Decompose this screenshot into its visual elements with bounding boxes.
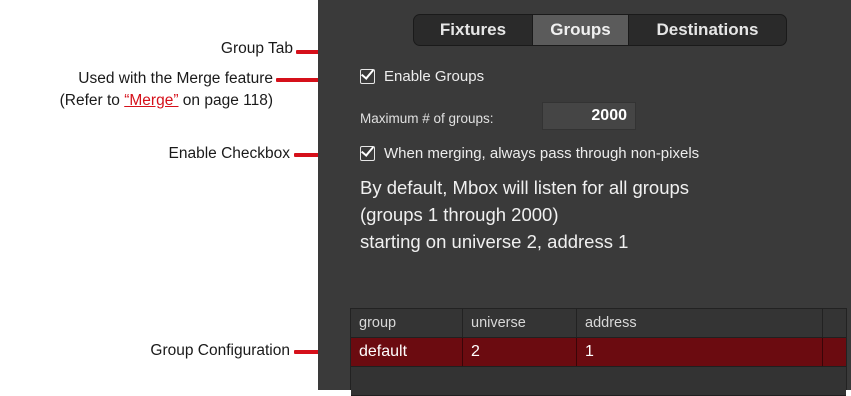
pass-through-label: When merging, always pass through non-pi… [384, 145, 700, 162]
refer-prefix: (Refer to [59, 92, 125, 109]
column-header-spacer [823, 309, 846, 337]
max-groups-label: Maximum # of groups: [360, 111, 494, 126]
cell-spacer [823, 338, 846, 366]
tab-bar: Fixtures Groups Destinations [413, 14, 787, 46]
group-configuration-table: group universe address default 2 1 [350, 308, 847, 396]
cell-universe[interactable]: 2 [463, 338, 577, 366]
pass-through-row[interactable]: When merging, always pass through non-pi… [360, 145, 699, 162]
cell-group[interactable]: default [351, 338, 463, 366]
table-header: group universe address [351, 309, 846, 338]
tab-groups[interactable]: Groups [532, 15, 628, 45]
column-header-address[interactable]: address [577, 309, 823, 337]
enable-groups-row[interactable]: Enable Groups [360, 68, 484, 85]
info-line: (groups 1 through 2000) [360, 204, 559, 225]
enable-groups-checkbox[interactable] [360, 69, 375, 84]
enable-groups-label: Enable Groups [384, 68, 485, 85]
tab-destinations[interactable]: Destinations [628, 15, 786, 45]
merge-link[interactable]: “Merge” [124, 92, 178, 109]
merge-feature-callout: Used with the Merge feature [78, 70, 273, 87]
info-line: starting on universe 2, address 1 [360, 231, 629, 252]
pass-through-checkbox[interactable] [360, 146, 375, 161]
group-configuration-callout: Group Configuration [150, 342, 290, 359]
max-groups-input[interactable]: 2000 [542, 102, 636, 130]
cell-address[interactable]: 1 [577, 338, 823, 366]
tab-fixtures[interactable]: Fixtures [414, 15, 532, 45]
refer-merge-callout: (Refer to “Merge” on page 118) [60, 92, 273, 110]
default-groups-info: By default, Mbox will listen for all gro… [360, 174, 689, 255]
column-header-universe[interactable]: universe [463, 309, 577, 337]
column-header-group[interactable]: group [351, 309, 463, 337]
table-row-empty [351, 367, 846, 396]
table-row[interactable]: default 2 1 [351, 338, 846, 367]
info-line: By default, Mbox will listen for all gro… [360, 177, 690, 198]
enable-checkbox-callout: Enable Checkbox [168, 145, 291, 162]
refer-suffix: on page 118) [178, 92, 273, 109]
group-tab-callout: Group Tab [220, 40, 293, 57]
